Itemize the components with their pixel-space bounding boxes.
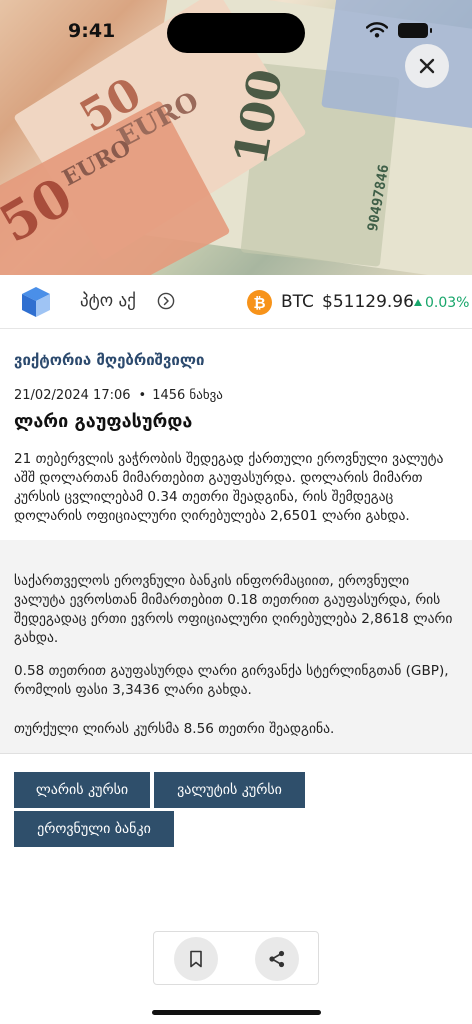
article-paragraph: საქართველოს ეროვნული ბანკის ინფორმაციით,… <box>14 573 453 646</box>
article-paragraph: თურქული ლირას კურსმა 8.56 თეთრი შეადგინა… <box>14 721 335 737</box>
bookmark-icon <box>190 950 202 968</box>
crypto-change: 0.03% <box>414 295 469 311</box>
article-meta: 21/02/2024 17:06 • 1456 ნახვა <box>14 388 223 403</box>
article-date: 21/02/2024 17:06 <box>14 388 131 403</box>
share-icon <box>269 950 285 968</box>
article-views: 1456 ნახვა <box>152 388 223 403</box>
app-logo-icon[interactable] <box>20 285 52 323</box>
separator-dot: • <box>138 388 147 403</box>
battery-icon <box>398 23 432 38</box>
article-title: ლარი გაუფასურდა <box>14 411 193 432</box>
dynamic-island <box>167 13 305 53</box>
chevron-right-circle-icon[interactable] <box>157 292 175 314</box>
article-actions <box>153 931 319 985</box>
market-ticker: პტო აქ ₿ BTC $51129.96 0.03% <box>0 275 472 329</box>
article-paragraph: 0.58 თეთრით გაუფასურდა ლარი გირვანქა სტე… <box>14 663 449 698</box>
close-icon <box>419 58 435 74</box>
bookmark-button[interactable] <box>174 937 218 981</box>
article-author[interactable]: ვიქტორია მღებრიშვილი <box>14 351 204 369</box>
close-button[interactable] <box>405 44 449 88</box>
share-button[interactable] <box>255 937 299 981</box>
home-indicator <box>152 1010 321 1015</box>
article-paragraph: 21 თებერვლის ვაჭრობის შედეგად ქართული ერ… <box>14 451 444 524</box>
tag-currency-rate[interactable]: ვალუტის კურსი <box>154 772 305 808</box>
crypto-price: $51129.96 <box>322 292 414 312</box>
crypto-change-value: 0.03% <box>425 295 470 311</box>
arrow-up-icon <box>414 299 422 306</box>
tag-national-bank[interactable]: ეროვნული ბანკი <box>14 811 174 847</box>
tag-lari-rate[interactable]: ლარის კურსი <box>14 772 150 808</box>
wifi-icon <box>365 22 389 42</box>
status-time: 9:41 <box>68 20 116 42</box>
bitcoin-icon: ₿ <box>247 290 272 315</box>
ticker-link[interactable]: პტო აქ <box>80 291 136 311</box>
crypto-symbol: BTC <box>281 292 314 312</box>
